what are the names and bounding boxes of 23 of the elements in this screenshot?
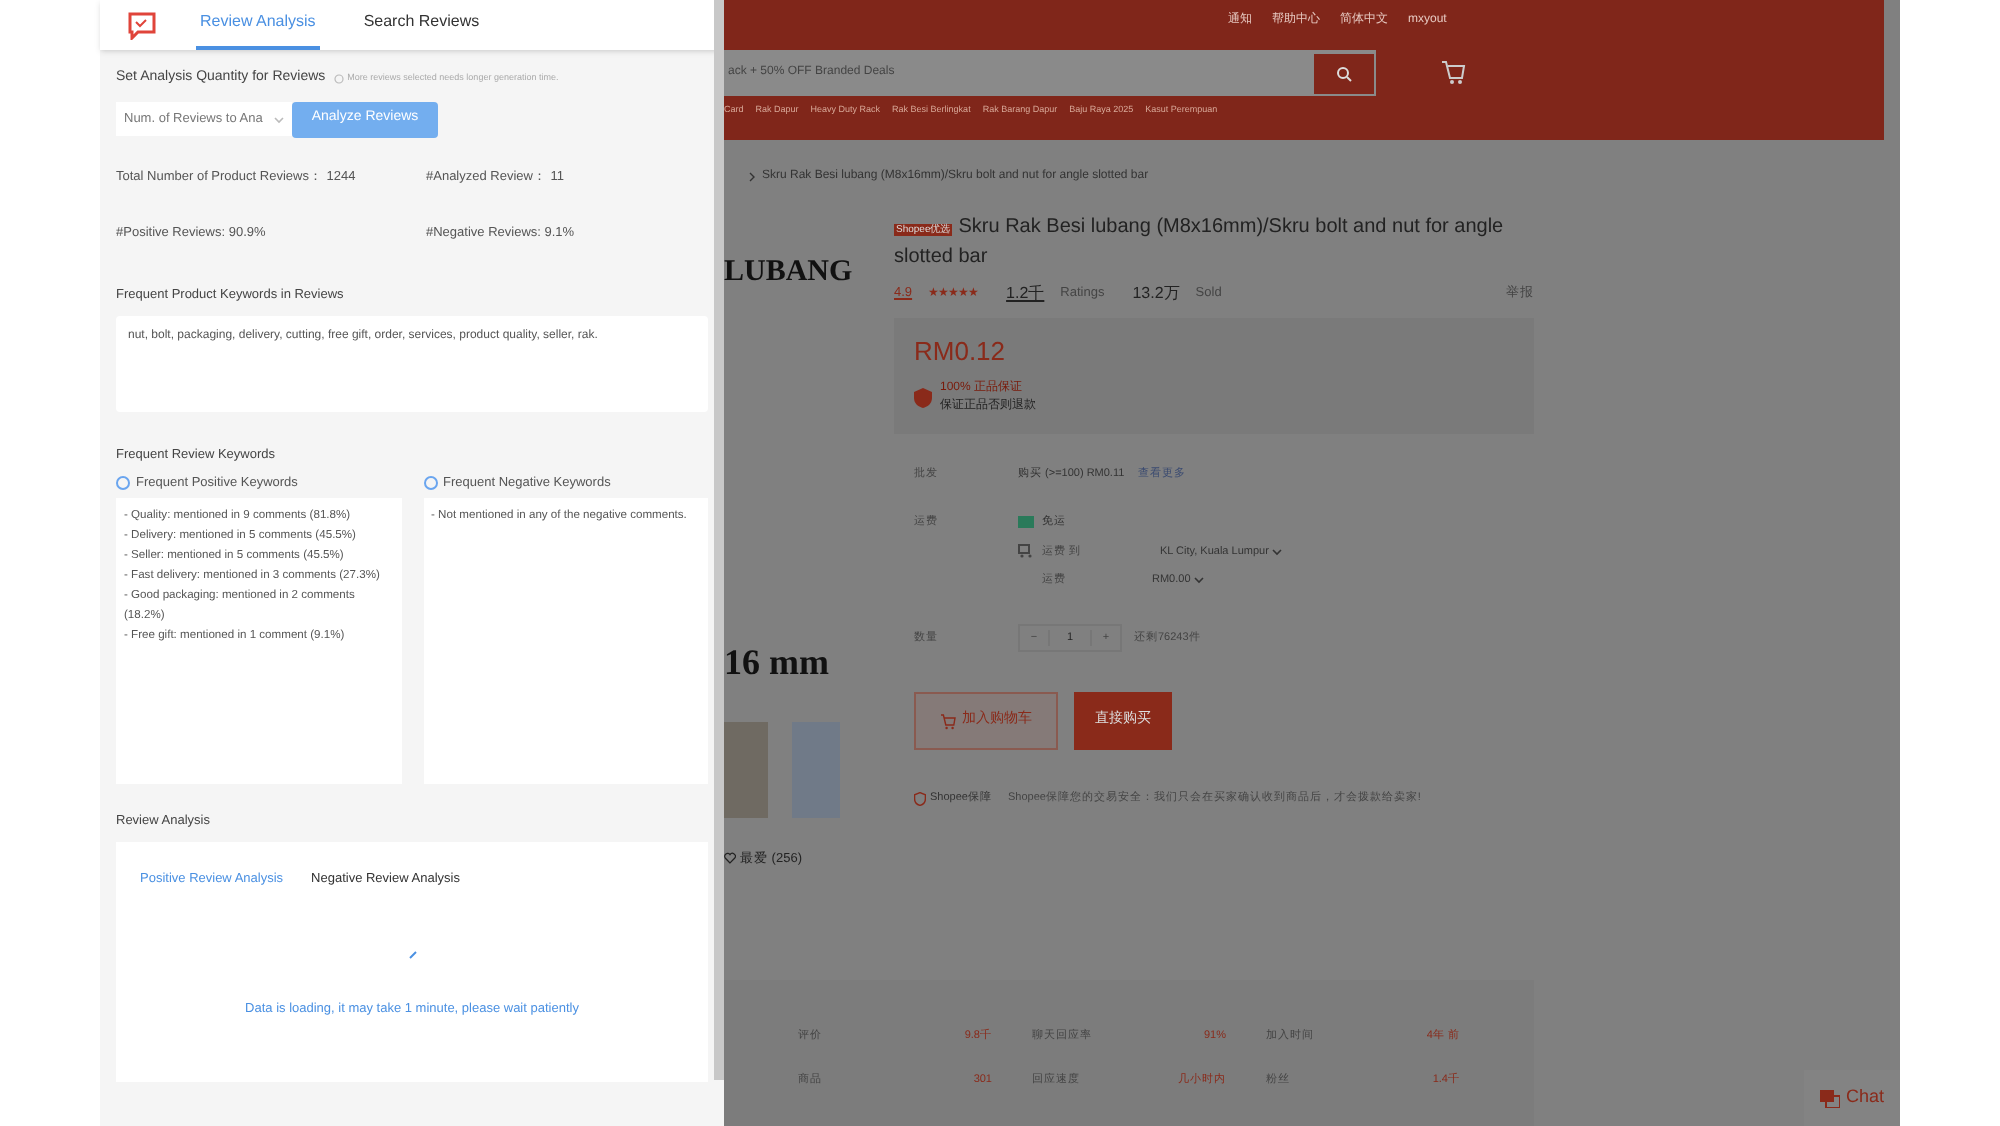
chat-icon <box>1819 1089 1840 1107</box>
ratings-count: 1.2千 <box>1006 282 1045 306</box>
chevron-down-icon <box>1194 575 1205 584</box>
logo-icon <box>128 12 156 40</box>
panel-tab[interactable]: Search Reviews <box>359 10 484 50</box>
cart-icon[interactable] <box>1440 60 1466 86</box>
search-icon <box>1336 65 1352 81</box>
product-image-text: LUBANG <box>724 254 855 292</box>
price-text: RM0.12 <box>914 334 1008 370</box>
search-button[interactable] <box>1314 53 1374 93</box>
shield-icon <box>914 387 932 407</box>
info-icon <box>333 73 344 84</box>
sold-count: 13.2万 <box>1132 282 1180 306</box>
chevron-right-icon <box>748 172 756 182</box>
spinner-icon <box>407 950 417 960</box>
chevron-down-icon <box>1272 547 1283 556</box>
heart-icon <box>724 852 736 865</box>
panel-tab[interactable]: Review Analysis <box>196 10 320 50</box>
chevron-down-icon <box>274 115 284 123</box>
product-image-text: 16 mm <box>724 639 831 685</box>
thumbnail[interactable] <box>724 721 768 817</box>
cart-icon <box>940 713 956 729</box>
shield-icon <box>914 791 926 806</box>
